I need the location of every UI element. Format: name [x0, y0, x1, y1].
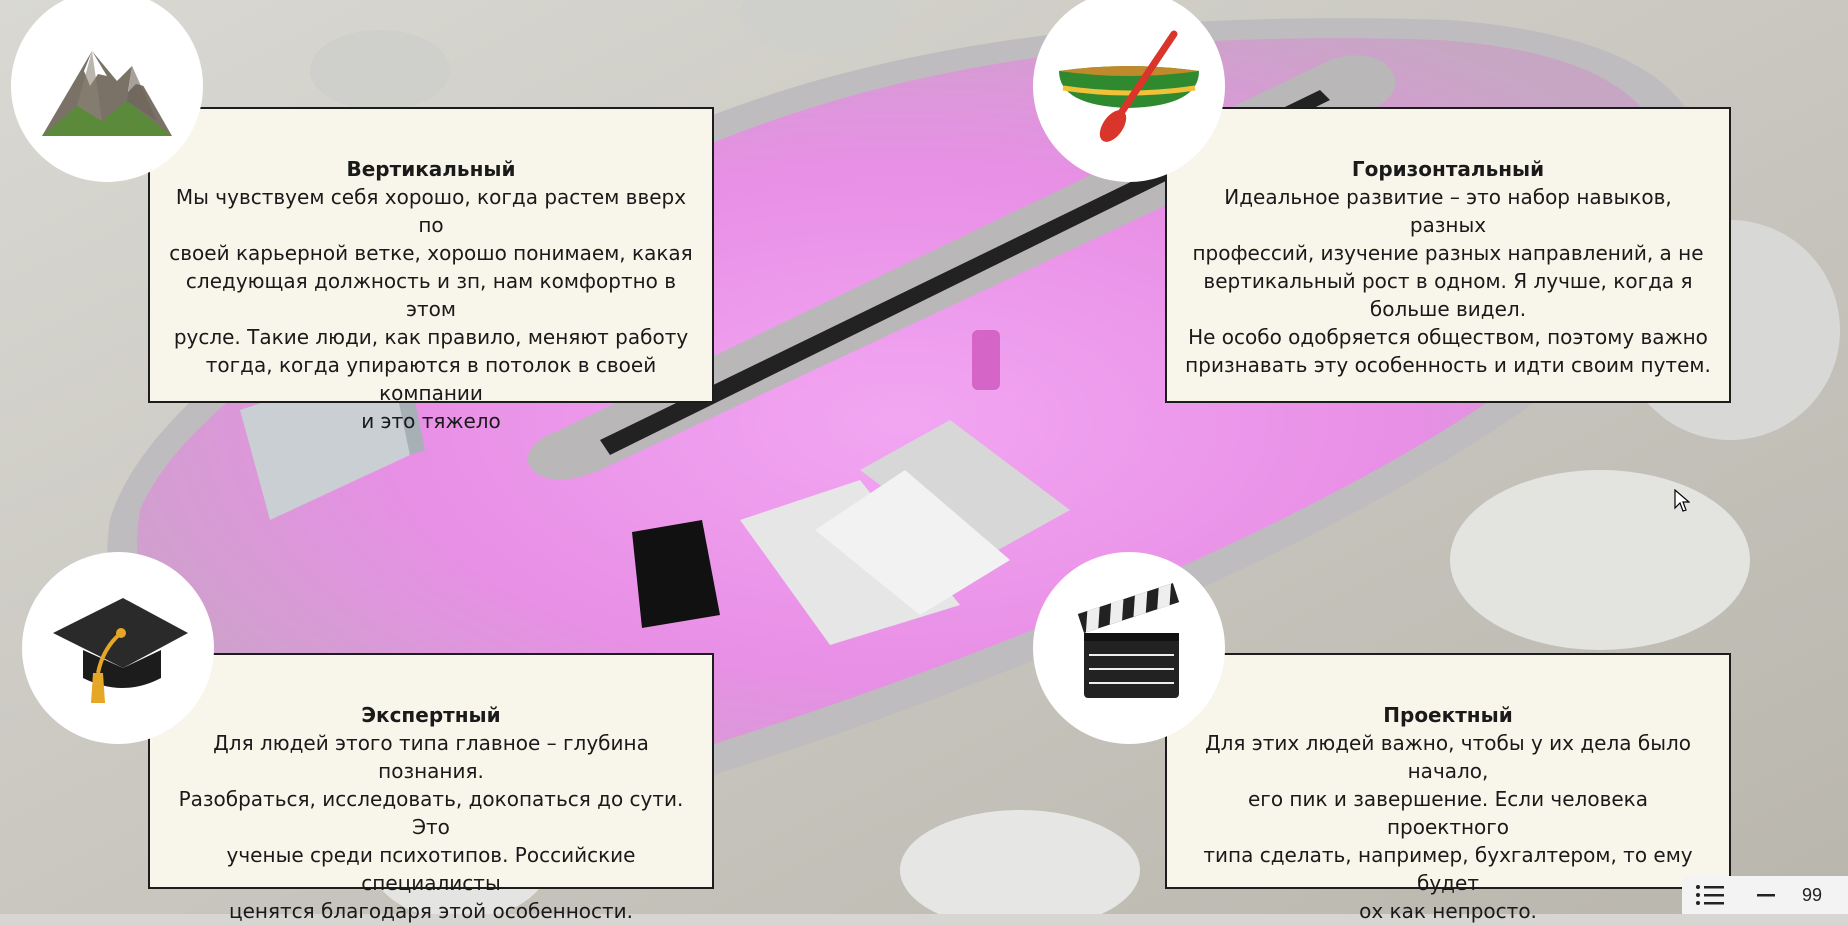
card-expert: Экспертный Для людей этого типа главное …: [148, 653, 714, 923]
outline-button[interactable]: [1682, 876, 1738, 914]
card-vertical: Вертикальный Мы чувствуем себя хорошо, к…: [148, 107, 714, 433]
list-icon: [1696, 885, 1724, 905]
viewer-toolbar: 99: [1682, 876, 1848, 914]
graduation-cap-icon: [22, 552, 214, 744]
mouse-cursor-icon: [1674, 488, 1691, 517]
card-text: Для этих людей важно, чтобы у их дела бы…: [1203, 731, 1693, 923]
card-text: Идеальное развитие – это набор навыков, …: [1185, 185, 1711, 377]
clapperboard-icon: [1033, 552, 1225, 744]
zoom-level: 99: [1802, 884, 1823, 905]
card-title: Экспертный: [361, 703, 501, 727]
card-horizontal: Горизонтальный Идеальное развитие – это …: [1165, 107, 1731, 403]
card-title: Проектный: [1383, 703, 1513, 727]
card-project: Проектный Для этих людей важно, чтобы у …: [1165, 653, 1731, 923]
minus-icon: [1757, 894, 1775, 897]
zoom-out-button[interactable]: [1738, 876, 1794, 914]
card-title: Горизонтальный: [1351, 157, 1545, 181]
card-text: Мы чувствуем себя хорошо, когда растем в…: [169, 185, 693, 433]
card-text: Для людей этого типа главное – глубина п…: [178, 731, 684, 923]
card-title: Вертикальный: [346, 157, 516, 181]
